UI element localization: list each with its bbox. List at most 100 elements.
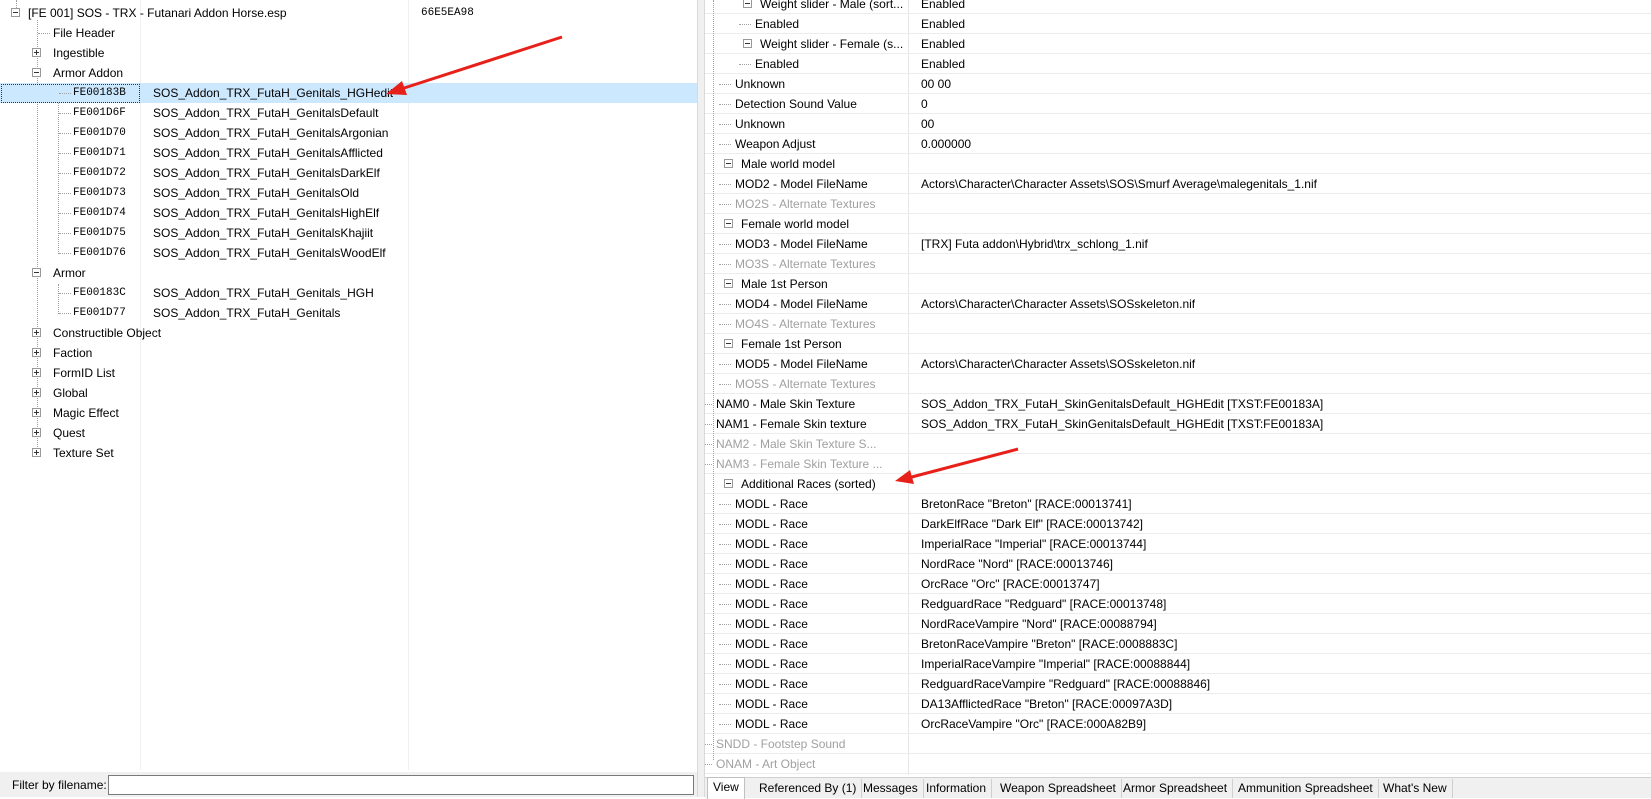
field-name: Detection Sound Value [735, 97, 857, 111]
view-field-row[interactable]: NAM2 - Male Skin Texture S... [705, 434, 1651, 454]
tree-node-record[interactable]: FE001D71 SOS_Addon_TRX_FutaH_GenitalsAff… [0, 143, 697, 163]
tree-node-record-selected[interactable]: FE00183B SOS_Addon_TRX_FutaH_Genitals_HG… [0, 83, 697, 103]
view-field-row[interactable]: MOD2 - Model FileName Actors\Character\Ch… [705, 174, 1651, 194]
view-field-row[interactable]: MODL - Race OrcRaceVampire "Orc" [RACE:00… [705, 714, 1651, 734]
view-group-row[interactable]: Female world model [705, 214, 1651, 234]
tab-view[interactable]: View [707, 777, 745, 799]
view-field-row[interactable]: ONAM - Art Object [705, 754, 1651, 774]
tab-whats-new[interactable]: What's New [1378, 779, 1453, 798]
view-field-row[interactable]: MODL - Race OrcRace "Orc" [RACE:00013747] [705, 574, 1651, 594]
expand-icon[interactable] [32, 408, 41, 417]
tree-node-group[interactable]: Magic Effect [0, 403, 697, 423]
tree-node-record[interactable]: FE001D76 SOS_Addon_TRX_FutaH_GenitalsWoo… [0, 243, 697, 263]
tree-node-group[interactable]: Global [0, 383, 697, 403]
view-field-row[interactable]: MODL - Race DA13AfflictedRace "Breton" [R… [705, 694, 1651, 714]
field-value: OrcRaceVampire "Orc" [RACE:000A82B9] [921, 717, 1147, 731]
field-name: Male 1st Person [741, 277, 828, 291]
view-field-row[interactable]: MO3S - Alternate Textures [705, 254, 1651, 274]
expand-icon[interactable] [32, 368, 41, 377]
collapse-icon[interactable] [724, 479, 733, 488]
tree-node-group[interactable]: Texture Set [0, 443, 697, 463]
tree-line [38, 33, 50, 34]
expand-icon[interactable] [32, 48, 41, 57]
tree-node-record[interactable]: FE001D77 SOS_Addon_TRX_FutaH_Genitals [0, 303, 697, 323]
tree-node-record[interactable]: FE001D74 SOS_Addon_TRX_FutaH_GenitalsHig… [0, 203, 697, 223]
tree-node-file-header[interactable]: File Header [0, 23, 697, 43]
view-field-row[interactable]: MODL - Race BretonRace "Breton" [RACE:000… [705, 494, 1651, 514]
expand-icon[interactable] [32, 388, 41, 397]
record-view-tree[interactable]: Weight slider - Male (sort... Enabled Enab… [705, 0, 1651, 775]
record-tree[interactable]: [FE 001] SOS - TRX - Futanari Addon Hors… [0, 0, 697, 770]
tab-referenced-by[interactable]: Referenced By (1) [754, 779, 863, 798]
field-name: Additional Races (sorted) [741, 477, 876, 491]
view-field-row[interactable]: MODL - Race RedguardRace "Redguard" [RACE… [705, 594, 1651, 614]
view-field-row[interactable]: MO4S - Alternate Textures [705, 314, 1651, 334]
view-group-row[interactable]: Weight slider - Female (s... Enabled [705, 34, 1651, 54]
node-label: Magic Effect [53, 406, 119, 420]
tab-ammunition-spreadsheet[interactable]: Ammunition Spreadsheet [1233, 779, 1379, 798]
view-group-row[interactable]: Weight slider - Male (sort... Enabled [705, 0, 1651, 14]
expand-icon[interactable] [32, 448, 41, 457]
view-field-row[interactable]: NAM0 - Male Skin Texture SOS_Addon_TRX_Fu… [705, 394, 1651, 414]
tree-node-group[interactable]: Faction [0, 343, 697, 363]
view-field-row[interactable]: MODL - Race ImperialRaceVampire "Imperial… [705, 654, 1651, 674]
view-field-row[interactable]: MODL - Race RedguardRaceVampire "Redguard… [705, 674, 1651, 694]
tree-node-record[interactable]: FE001D75 SOS_Addon_TRX_FutaH_GenitalsKha… [0, 223, 697, 243]
view-field-row[interactable]: MODL - Race NordRace "Nord" [RACE:0001374… [705, 554, 1651, 574]
collapse-icon[interactable] [32, 68, 41, 77]
tree-node-record[interactable]: FE001D72 SOS_Addon_TRX_FutaH_GenitalsDar… [0, 163, 697, 183]
view-field-row[interactable]: NAM1 - Female Skin texture SOS_Addon_TRX_… [705, 414, 1651, 434]
collapse-icon[interactable] [11, 8, 20, 17]
tab-information[interactable]: Information [921, 779, 993, 798]
tab-messages[interactable]: Messages [858, 779, 924, 798]
view-field-row[interactable]: MO5S - Alternate Textures [705, 374, 1651, 394]
view-field-row[interactable]: Weapon Adjust 0.000000 [705, 134, 1651, 154]
view-field-row[interactable]: MODL - Race DarkElfRace "Dark Elf" [RACE:… [705, 514, 1651, 534]
view-field-row[interactable]: MODL - Race ImperialRace "Imperial" [RACE… [705, 534, 1651, 554]
view-field-row[interactable]: MODL - Race NordRaceVampire "Nord" [RACE:… [705, 614, 1651, 634]
tree-line [719, 704, 731, 705]
view-group-row[interactable]: Male 1st Person [705, 274, 1651, 294]
collapse-icon[interactable] [743, 39, 752, 48]
expand-icon[interactable] [32, 328, 41, 337]
collapse-icon[interactable] [743, 0, 752, 8]
filter-input[interactable] [108, 775, 694, 795]
view-field-row[interactable]: Unknown 00 00 [705, 74, 1651, 94]
collapse-icon[interactable] [724, 159, 733, 168]
tab-armor-spreadsheet[interactable]: Armor Spreadsheet [1118, 779, 1234, 798]
view-field-row[interactable]: SNDD - Footstep Sound [705, 734, 1651, 754]
view-field-row[interactable]: MODL - Race BretonRaceVampire "Breton" [R… [705, 634, 1651, 654]
tab-weapon-spreadsheet[interactable]: Weapon Spreadsheet [995, 779, 1122, 798]
tree-node-group[interactable]: Constructible Object [0, 323, 697, 343]
tree-node-ingestible[interactable]: Ingestible [0, 43, 697, 63]
view-field-row[interactable]: Unknown 00 [705, 114, 1651, 134]
view-field-row[interactable]: Detection Sound Value 0 [705, 94, 1651, 114]
collapse-icon[interactable] [724, 219, 733, 228]
view-field-row[interactable]: Enabled Enabled [705, 14, 1651, 34]
view-field-row[interactable]: MOD3 - Model FileName [TRX] Futa addon\Hy… [705, 234, 1651, 254]
tree-node-armor[interactable]: Armor [0, 263, 697, 283]
pane-splitter[interactable] [697, 0, 705, 797]
view-group-row[interactable]: Female 1st Person [705, 334, 1651, 354]
tree-node-root[interactable]: [FE 001] SOS - TRX - Futanari Addon Hors… [0, 3, 697, 23]
view-field-row[interactable]: MOD4 - Model FileName Actors\Character\Ch… [705, 294, 1651, 314]
tree-line [719, 664, 731, 665]
view-field-row[interactable]: NAM3 - Female Skin Texture ... [705, 454, 1651, 474]
collapse-icon[interactable] [32, 268, 41, 277]
view-group-row[interactable]: Male world model [705, 154, 1651, 174]
tree-node-record[interactable]: FE00183C SOS_Addon_TRX_FutaH_Genitals_HG… [0, 283, 697, 303]
expand-icon[interactable] [32, 348, 41, 357]
tree-node-record[interactable]: FE001D73 SOS_Addon_TRX_FutaH_GenitalsOld [0, 183, 697, 203]
view-field-row[interactable]: MOD5 - Model FileName Actors\Character\Ch… [705, 354, 1651, 374]
tree-node-group[interactable]: FormID List [0, 363, 697, 383]
collapse-icon[interactable] [724, 339, 733, 348]
view-field-row[interactable]: Enabled Enabled [705, 54, 1651, 74]
view-field-row[interactable]: MO2S - Alternate Textures [705, 194, 1651, 214]
tree-node-record[interactable]: FE001D6F SOS_Addon_TRX_FutaH_GenitalsDef… [0, 103, 697, 123]
tree-node-record[interactable]: FE001D70 SOS_Addon_TRX_FutaH_GenitalsArg… [0, 123, 697, 143]
tree-node-armor-addon[interactable]: Armor Addon [0, 63, 697, 83]
collapse-icon[interactable] [724, 279, 733, 288]
view-group-row[interactable]: Additional Races (sorted) [705, 474, 1651, 494]
expand-icon[interactable] [32, 428, 41, 437]
tree-node-group[interactable]: Quest [0, 423, 697, 443]
